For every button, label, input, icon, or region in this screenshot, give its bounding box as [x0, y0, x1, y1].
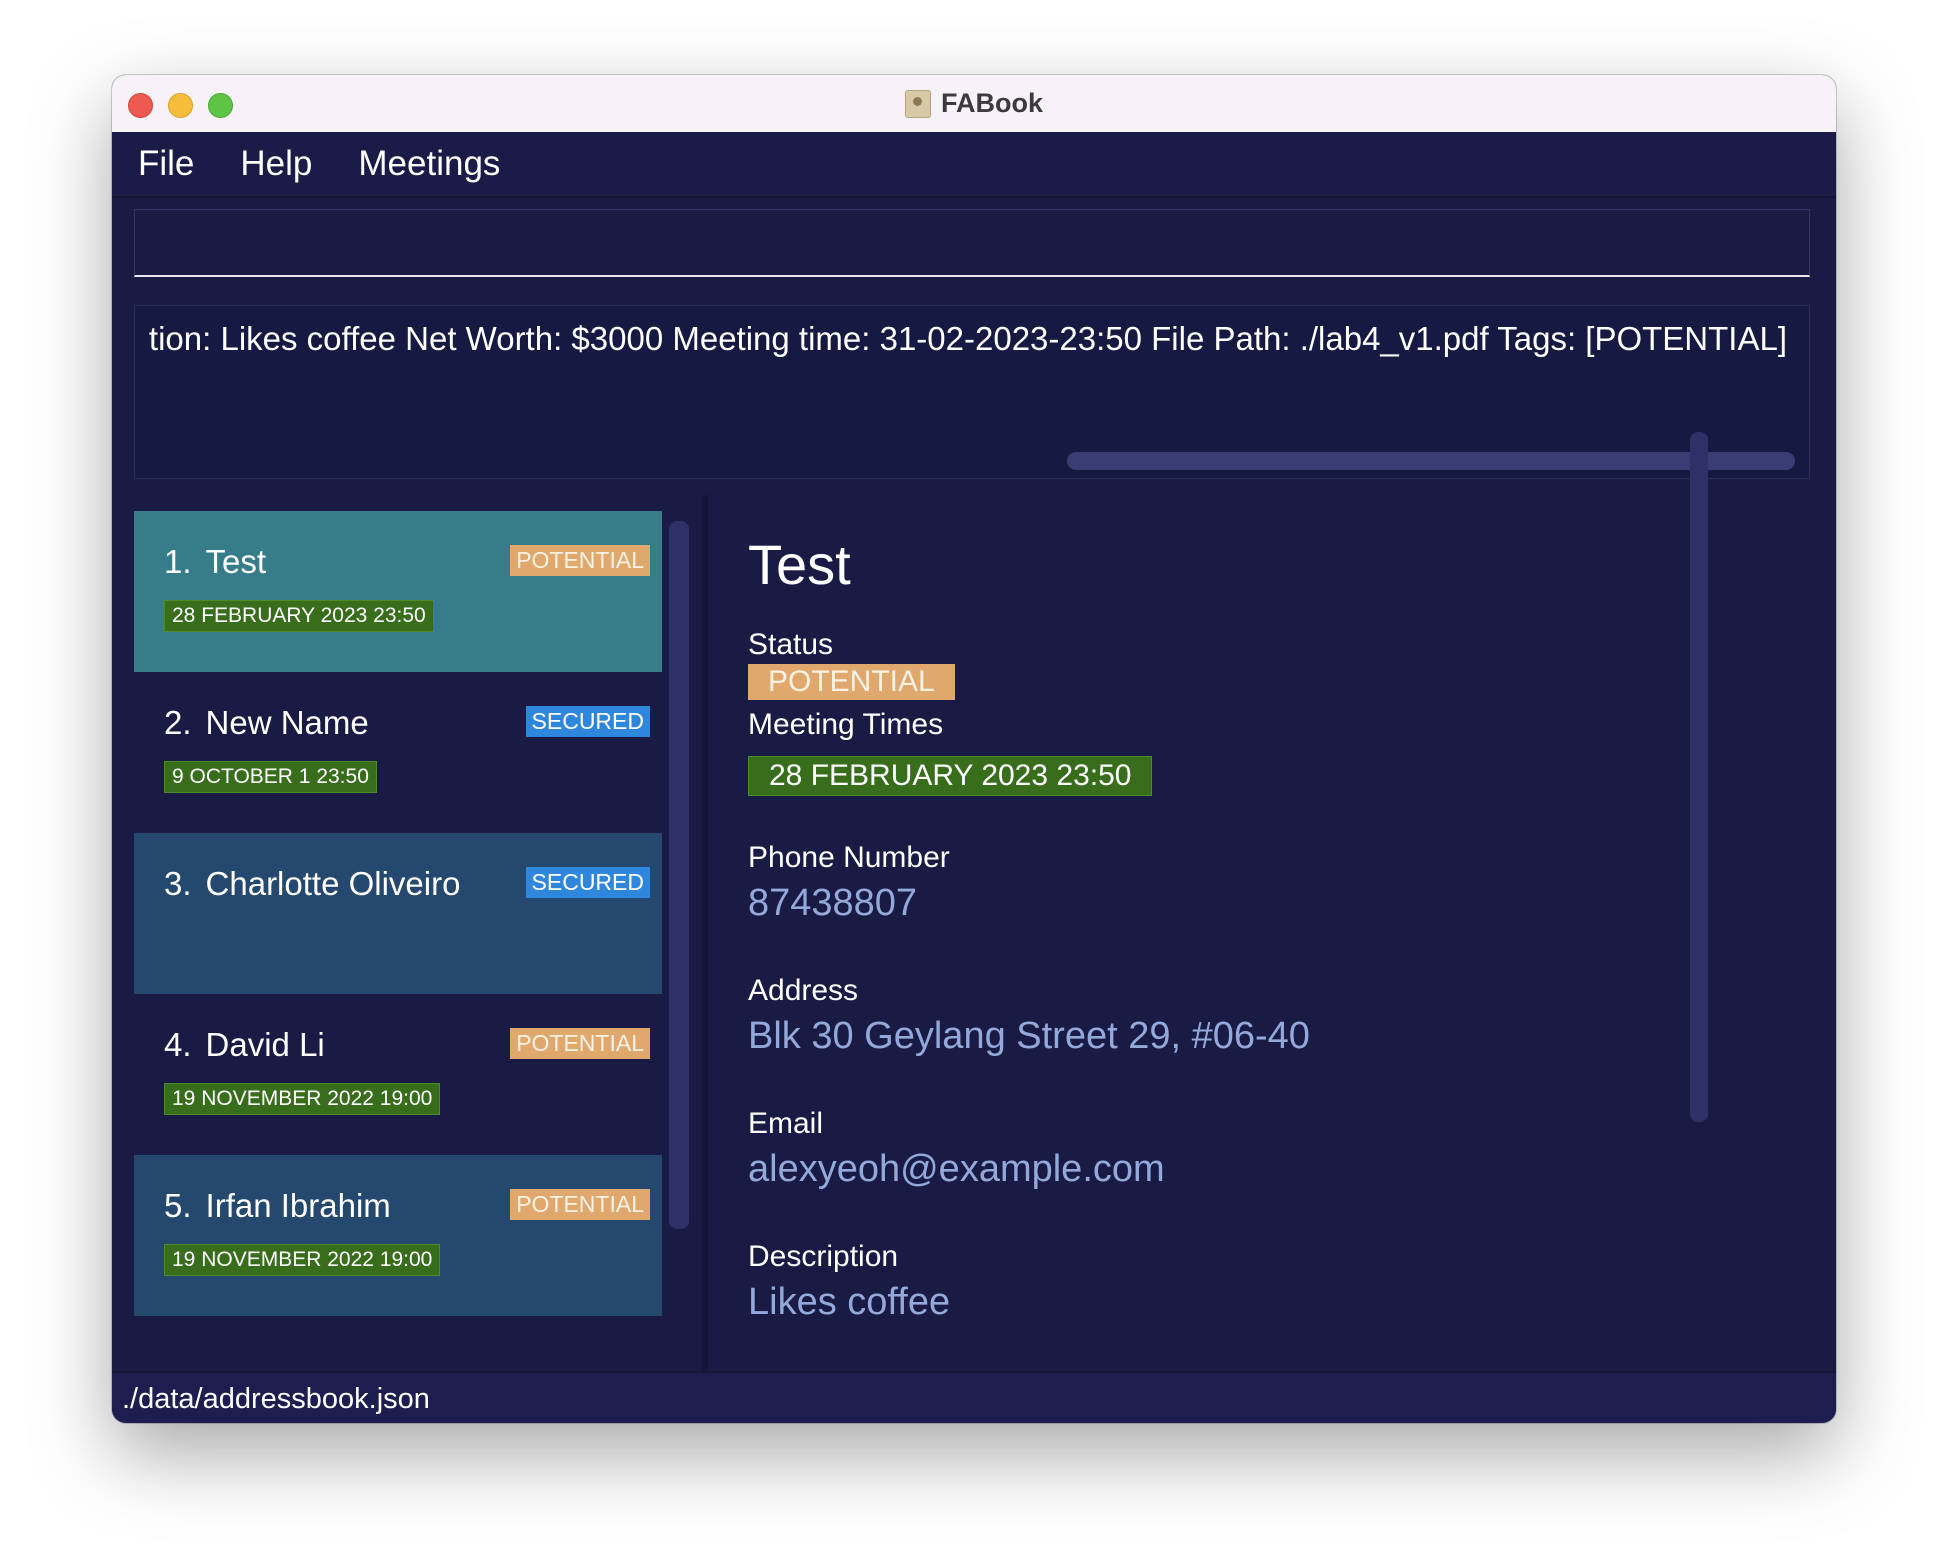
window-title-group: FABook — [112, 75, 1836, 132]
phone-value: 87438807 — [748, 882, 918, 924]
menu-bar: File Help Meetings — [112, 132, 1836, 198]
command-box — [134, 209, 1810, 277]
meeting-time-badge: 28 FEBRUARY 2023 23:50 — [748, 756, 1153, 796]
person-index: 3. — [164, 865, 192, 902]
person-index: 4. — [164, 1026, 192, 1063]
menu-meetings[interactable]: Meetings — [354, 140, 504, 188]
person-index: 5. — [164, 1187, 192, 1224]
person-list-panel: 1. Test POTENTIAL 28 FEBRUARY 2023 23:50 … — [112, 495, 708, 1371]
status-bar: ./data/addressbook.json — [112, 1371, 1836, 1423]
person-card[interactable]: 2. New Name SECURED 9 OCTOBER 1 23:50 — [134, 672, 662, 833]
app-window: FABook File Help Meetings tion: Likes co… — [112, 75, 1836, 1423]
data-file-path: ./data/addressbook.json — [122, 1382, 430, 1415]
menu-file[interactable]: File — [134, 140, 198, 188]
person-tag: SECURED — [525, 867, 650, 898]
window-title: FABook — [940, 88, 1043, 118]
command-input[interactable] — [135, 210, 1809, 275]
person-name: David Li — [205, 1026, 325, 1063]
address-value: Blk 30 Geylang Street 29, #06-40 — [748, 1015, 1310, 1057]
person-index: 2. — [164, 704, 192, 741]
person-name-line: 1. Test — [164, 543, 266, 581]
person-meeting: 9 OCTOBER 1 23:50 — [164, 761, 377, 793]
result-text: tion: Likes coffee Net Worth: $3000 Meet… — [148, 320, 1787, 357]
status-badge: POTENTIAL — [748, 664, 955, 700]
title-bar: FABook — [112, 75, 1836, 133]
person-meeting: 28 FEBRUARY 2023 23:50 — [164, 600, 434, 632]
status-label: Status — [748, 628, 834, 661]
person-name: Test — [205, 543, 267, 580]
person-tag: POTENTIAL — [510, 1028, 650, 1059]
person-name: New Name — [205, 704, 369, 741]
email-value: alexyeoh@example.com — [748, 1148, 1165, 1190]
person-detail-panel: Test Status POTENTIAL Meeting Times 28 F… — [716, 498, 1826, 1371]
person-card[interactable]: 1. Test POTENTIAL 28 FEBRUARY 2023 23:50 — [134, 511, 662, 672]
person-name: Irfan Ibrahim — [205, 1187, 391, 1224]
person-tag: POTENTIAL — [510, 1189, 650, 1220]
address-label: Address — [748, 974, 859, 1007]
person-meeting: 19 NOVEMBER 2022 19:00 — [164, 1244, 441, 1276]
description-label: Description — [748, 1240, 899, 1273]
contact-book-icon — [904, 89, 931, 118]
person-card[interactable]: 3. Charlotte Oliveiro SECURED — [134, 833, 662, 994]
detail-name: Test — [748, 533, 851, 596]
result-display[interactable]: tion: Likes coffee Net Worth: $3000 Meet… — [134, 305, 1810, 479]
menu-help[interactable]: Help — [236, 140, 316, 188]
person-tag: SECURED — [525, 706, 650, 737]
detail-scrollbar[interactable] — [1690, 432, 1708, 1122]
email-label: Email — [748, 1107, 824, 1140]
person-card[interactable]: 5. Irfan Ibrahim POTENTIAL 19 NOVEMBER 20… — [134, 1155, 662, 1316]
person-card[interactable]: 4. David Li POTENTIAL 19 NOVEMBER 2022 19… — [134, 994, 662, 1155]
person-name-line: 2. New Name — [164, 704, 369, 742]
description-value: Likes coffee — [748, 1281, 951, 1323]
person-name-line: 3. Charlotte Oliveiro — [164, 865, 460, 903]
meeting-times-label: Meeting Times — [748, 708, 944, 741]
person-list-scrollbar[interactable] — [669, 521, 689, 1229]
person-tag: POTENTIAL — [510, 545, 650, 576]
person-name-line: 5. Irfan Ibrahim — [164, 1187, 391, 1225]
person-name: Charlotte Oliveiro — [205, 865, 461, 902]
person-name-line: 4. David Li — [164, 1026, 325, 1064]
phone-label: Phone Number — [748, 841, 950, 874]
person-index: 1. — [164, 543, 192, 580]
person-meeting: 19 NOVEMBER 2022 19:00 — [164, 1083, 441, 1115]
result-horizontal-scrollbar[interactable] — [1067, 452, 1795, 470]
